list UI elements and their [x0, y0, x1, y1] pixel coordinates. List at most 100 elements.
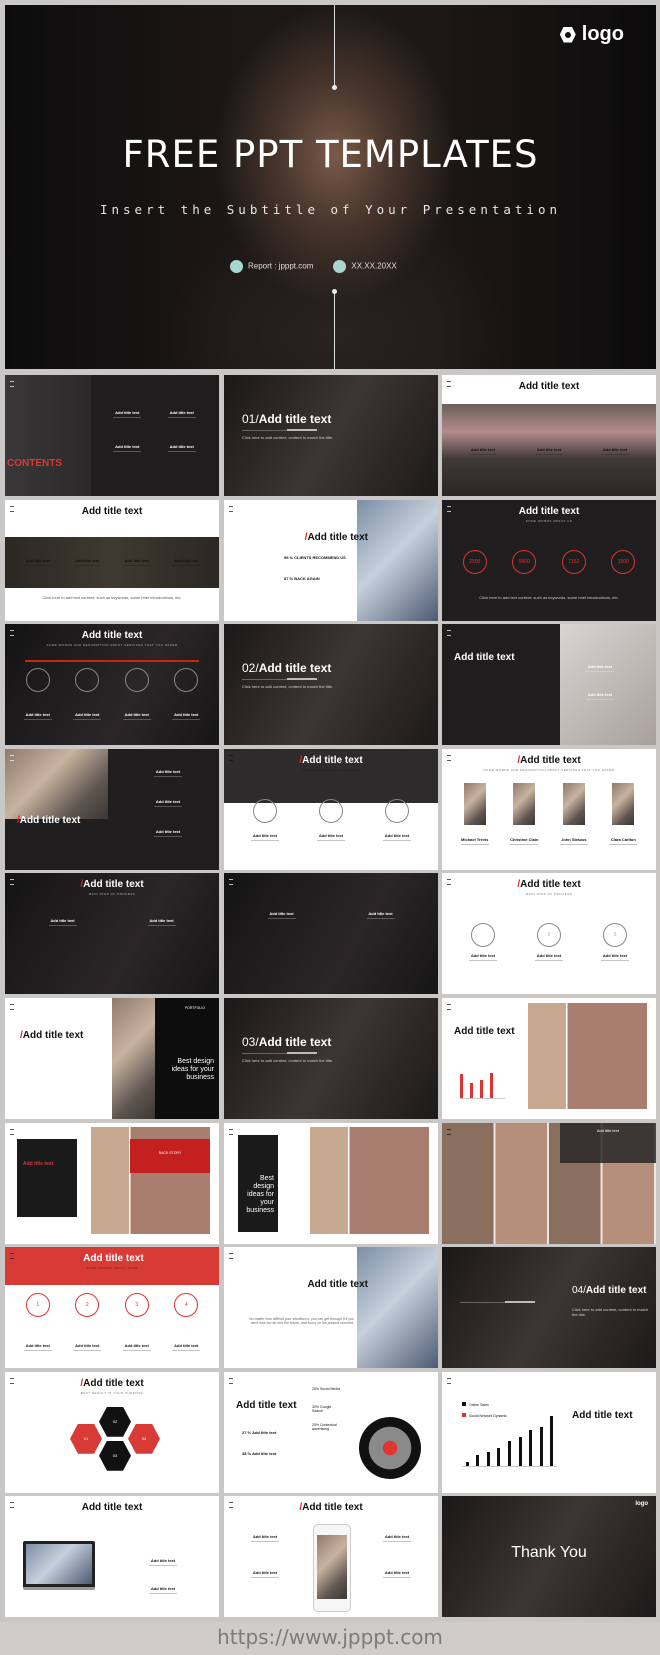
item-row: Add title text Add title text Add title te… [100, 410, 209, 452]
placeholder-line [122, 564, 151, 566]
list-item: Add title text [469, 953, 497, 962]
divider-line [334, 291, 335, 369]
slide-thumbnail[interactable]: Add title text [442, 1122, 656, 1244]
item-title: Add title text [75, 557, 100, 563]
item-title: Add title text [75, 1343, 100, 1349]
list-item: Add title text [535, 447, 563, 455]
bar [460, 1074, 463, 1098]
item-row: Michael Trevis Christine Clain John Straus… [450, 837, 648, 845]
stat-circle [174, 668, 199, 693]
item-title: Add title text [155, 768, 181, 774]
slide-title: /Add title text [5, 879, 219, 890]
item-title: Add title text [536, 447, 562, 452]
placeholder-line [172, 1350, 201, 1352]
item-title: Add title text [75, 712, 100, 718]
stat-circle [75, 668, 100, 693]
slide-thumbnail[interactable]: Add title text 27 % Add title text 38 % Ad… [224, 1371, 438, 1493]
list-item: Add title text [317, 833, 345, 841]
placeholder-line [535, 960, 563, 962]
item-title: Clara Carlton [610, 836, 636, 842]
list-item: Add title text [125, 799, 211, 807]
circle-value: 5600 [518, 558, 530, 565]
slide-thumbnail[interactable]: /Add title text PORTFOLIO Best design idea… [5, 998, 219, 1119]
slide-thumbnail[interactable]: 03/Add title text Click here to add conte… [224, 998, 438, 1119]
menu-icon [10, 381, 14, 387]
slide-thumbnail[interactable]: 02/Add title text Click here to add conte… [224, 624, 438, 746]
item-title: Add title text [169, 444, 194, 449]
target-label: 20% Social Media [312, 1386, 341, 1391]
slide-thumbnail[interactable]: /Add title text Add title text Add title t… [5, 748, 219, 870]
list-item: Add title text [125, 769, 211, 777]
list-item: Add title text [376, 1570, 418, 1579]
section-number: 02/ [242, 661, 259, 676]
item-title: Add title text [155, 798, 181, 804]
item-title: Add title text [318, 832, 344, 838]
date-text: XX.XX.20XX [351, 261, 397, 271]
list-item: Add title text [155, 410, 210, 418]
dark-panel: PORTFOLIO Best design ideas for your busi… [154, 998, 219, 1119]
list-item: Add title text [48, 918, 77, 927]
slide-thumbnail[interactable]: Add title text Online Sales Social Network… [442, 1371, 656, 1493]
slide-title-text: Add title text [258, 412, 332, 426]
target-diagram [359, 1416, 421, 1479]
placeholder-line [535, 454, 563, 455]
item-title: Add title text [470, 447, 496, 452]
slide-thumbnail[interactable]: /Add title text MAIN STEP OF PROCESS Add t… [5, 873, 219, 995]
hexagon-label: 04 [141, 1436, 147, 1442]
slide-thumbnail[interactable]: Add title text Add title text Add title te… [442, 624, 656, 746]
placeholder-line [48, 925, 77, 927]
bar [529, 1430, 533, 1466]
section-number: 03/ [242, 1035, 259, 1049]
slide-title-text: Add title text [81, 1502, 143, 1514]
slide-thumbnail[interactable]: 01/Add title text Click here to add conte… [224, 375, 438, 496]
slide-thumbnail[interactable]: CONTENTS Add title text Add title text Add … [5, 375, 219, 496]
slide-thumbnail[interactable]: Add title text Click here to add text con… [5, 499, 219, 621]
item-title: Add title text [269, 911, 294, 917]
slide-thumbnail[interactable]: Add title text Add title text Add title te… [5, 1496, 219, 1618]
placeholder-line [601, 454, 629, 455]
slide-thumbnail[interactable]: Thank You logo [442, 1496, 656, 1618]
slide-thumbnail[interactable]: /Add title text 96 % CLIENTS RECOMMEND US… [224, 499, 438, 621]
people-photos [450, 782, 648, 825]
slide-thumbnail[interactable]: Best design ideas for your business [224, 1122, 438, 1244]
slide-thumbnail[interactable]: Add title text Add title text [224, 873, 438, 995]
list-item: Add title text [552, 664, 648, 673]
slide-thumbnail[interactable]: Add title text [442, 998, 656, 1119]
item-title: Add title text [384, 1534, 410, 1540]
slide-thumbnail[interactable]: Add title text SOME WORDS ABOUT US Click h… [442, 499, 656, 621]
item-row: Add title text Add title text Add title te… [125, 769, 211, 837]
title-slide-preview[interactable]: logo FREE PPT TEMPLATES Insert the Subti… [5, 5, 656, 369]
item-title: Add title text [174, 557, 199, 563]
placeholder-line [73, 719, 102, 721]
slide-body-text: Click here to add text content, such as … [42, 594, 182, 600]
slide-thumbnail[interactable]: Add title text SOME WORDS AND DESCRIPTION… [5, 624, 219, 746]
item-title: Add title text [124, 1343, 149, 1349]
slide-thumbnail[interactable]: /Add title text SOME WORDS ABOUT CASE 1 2 3 4… [5, 1247, 219, 1369]
slide-thumbnail[interactable]: Add title text Add title text Add title te… [442, 375, 656, 496]
stat-circle [319, 798, 343, 823]
slide-thumbnail[interactable]: /Add title text BEST RESULT IS YOUR PURPO… [5, 1371, 219, 1493]
slide-thumbnail[interactable]: /Add title text SOME WORDS ABOUT SERVICE A… [224, 748, 438, 870]
slide-thumbnail[interactable]: /Add title text Add title text Add title t… [224, 1496, 438, 1618]
stat-circle: 1 [25, 1293, 50, 1318]
placeholder-line [172, 719, 201, 721]
presentation-meta: Report : jpppt.com XX.XX.20XX [230, 260, 397, 273]
slide-thumbnail[interactable]: Add title text BACK STORY [5, 1122, 219, 1244]
bar-chart [462, 1415, 557, 1467]
circle-value: 2500 [469, 558, 481, 565]
placeholder-line [317, 839, 345, 841]
section-underline [242, 429, 317, 431]
item-title: Michael Trevis [461, 836, 489, 842]
footer-url[interactable]: https://www.jpppt.com [0, 1622, 660, 1655]
presentation-title: FREE PPT TEMPLATES [122, 133, 539, 176]
slide-thumbnail[interactable]: 04/Add title text Click here to add conte… [442, 1247, 656, 1369]
menu-icon [447, 1128, 451, 1135]
slide-thumbnail[interactable]: /Add title text SOME WORDS AND DESCRIPTIO… [442, 748, 656, 870]
slide-subtitle: MAIN STEP OF PROCESS [525, 892, 573, 897]
placeholder-line [172, 564, 201, 566]
bar [497, 1447, 501, 1466]
list-item: Add title text [172, 1343, 201, 1352]
slide-thumbnail[interactable]: Add title text No matter how difficult yo… [224, 1247, 438, 1369]
slide-thumbnail[interactable]: /Add title text MAIN STEP OF PROCESS 2 3 Add… [442, 873, 656, 995]
slide-title-text: Add title text [520, 754, 581, 766]
